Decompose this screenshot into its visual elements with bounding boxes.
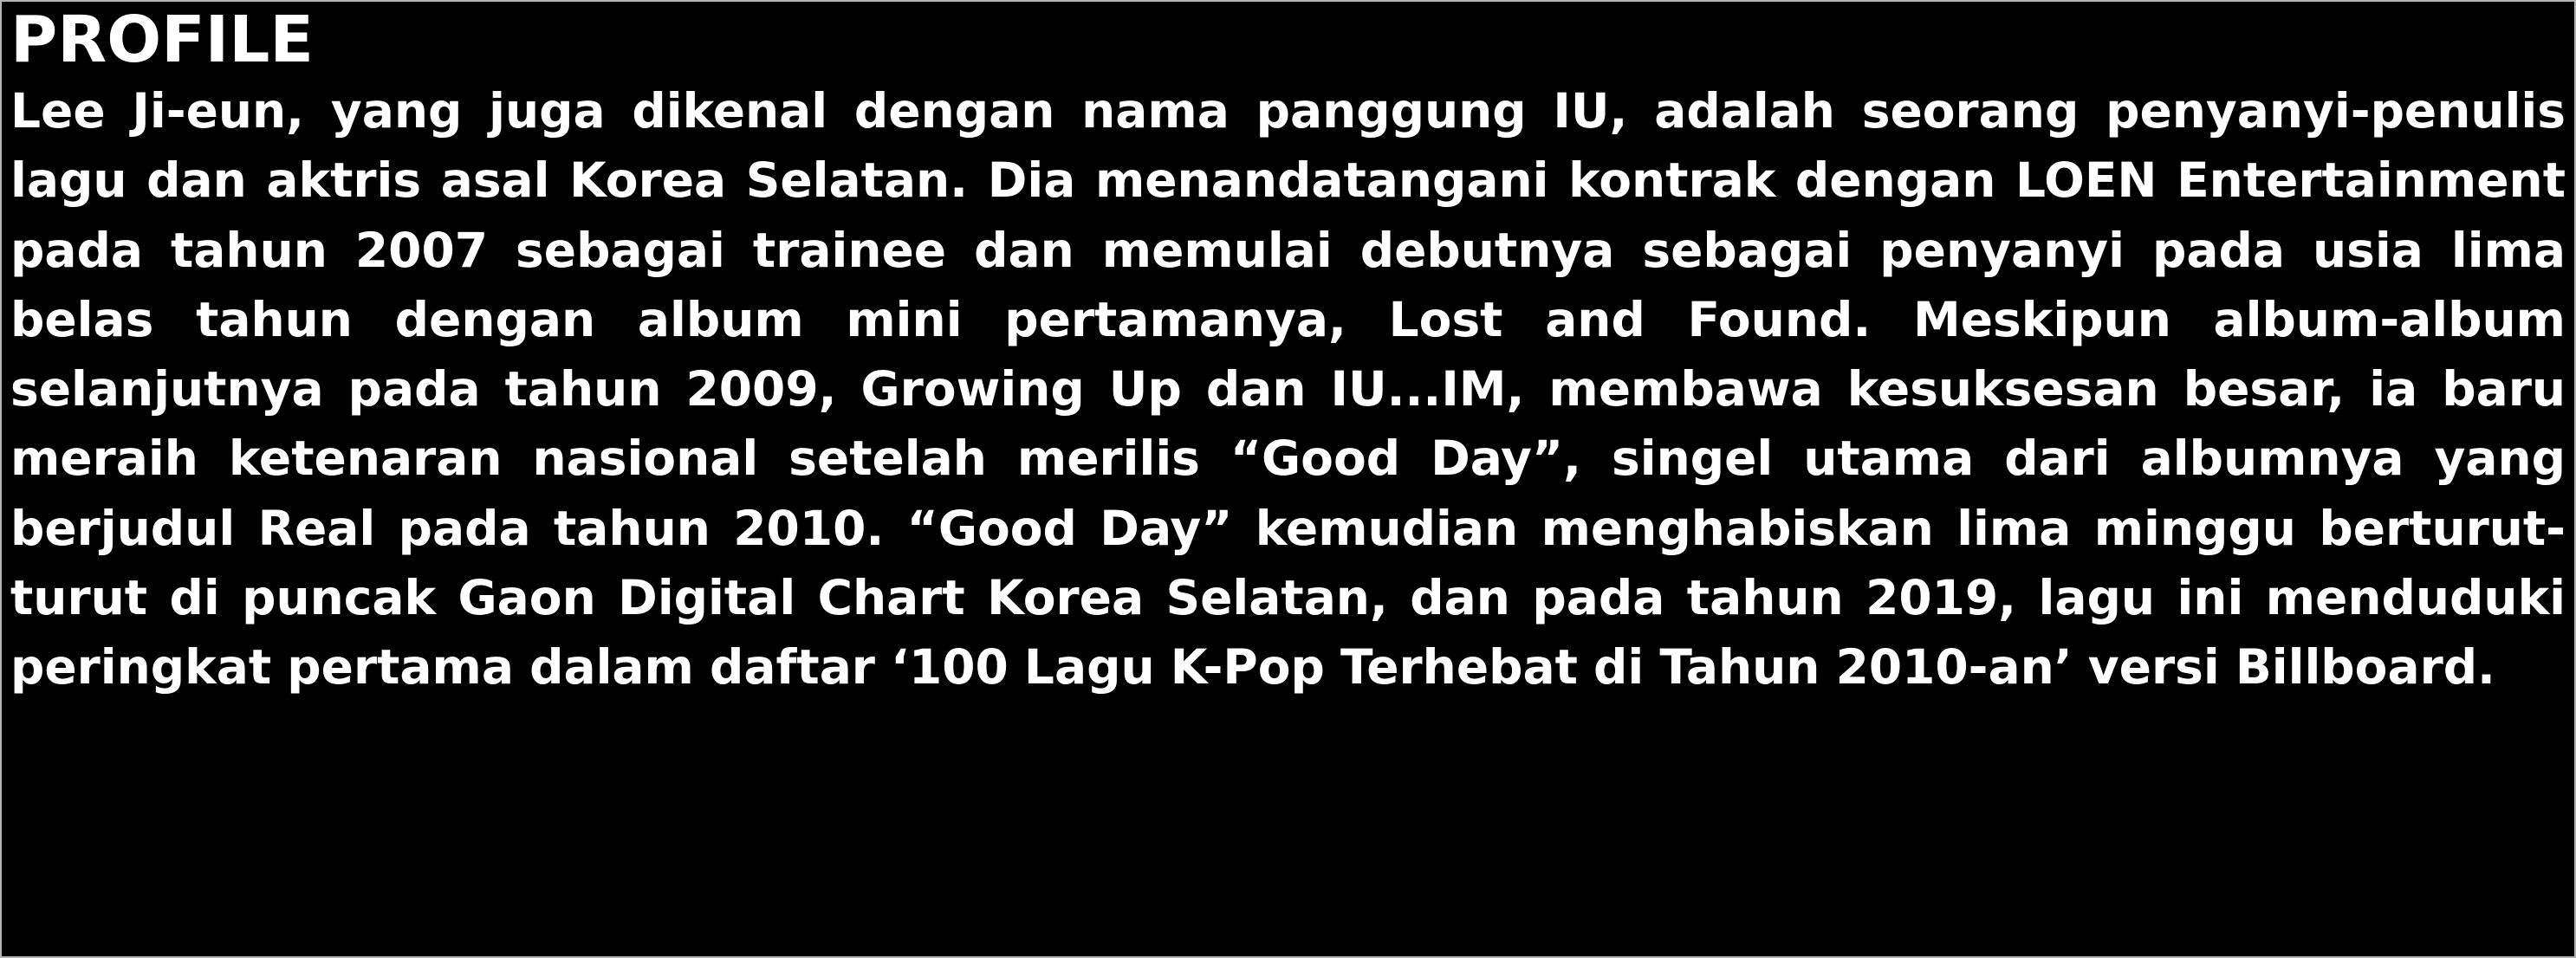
profile-slide: PROFILE Lee Ji-eun, yang juga dikenal de… <box>0 0 2576 958</box>
profile-heading: PROFILE <box>10 3 314 77</box>
profile-body-text: Lee Ji-eun, yang juga dikenal dengan nam… <box>10 83 2566 696</box>
